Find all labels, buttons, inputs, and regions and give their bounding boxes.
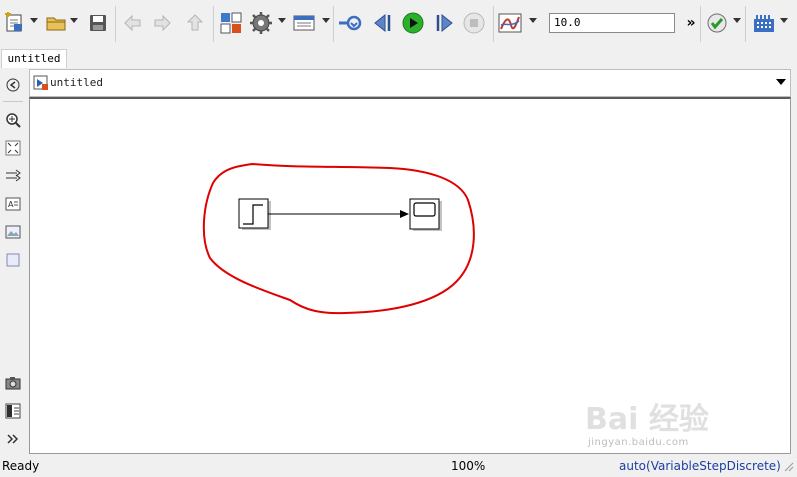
svg-text:Bai 经验: Bai 经验 <box>585 402 709 437</box>
watermark-url: jingyan.baidu.com <box>588 437 689 448</box>
scope-block[interactable] <box>409 198 442 231</box>
step-block[interactable] <box>238 198 271 230</box>
status-zoom-level: 100% <box>451 459 486 473</box>
status-solver-link[interactable]: auto(VariableStepDiscrete) <box>619 459 781 473</box>
red-annotation-circle <box>202 162 475 315</box>
status-ready-text: Ready <box>2 459 40 473</box>
baidu-watermark-logo: Bai 经验 <box>585 402 709 437</box>
resize-grip-icon[interactable] <box>782 460 794 472</box>
signal-line[interactable] <box>268 210 409 218</box>
